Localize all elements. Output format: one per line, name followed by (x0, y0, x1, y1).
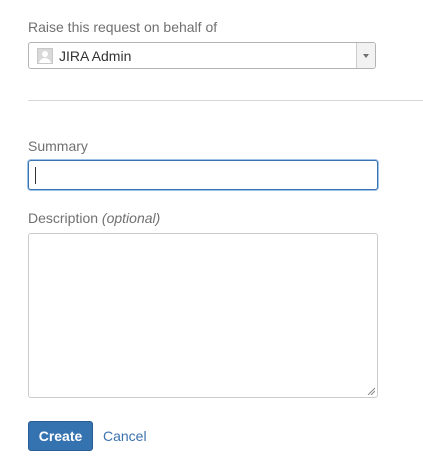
user-avatar-icon (37, 48, 53, 64)
text-caret (35, 167, 36, 184)
chevron-down-icon[interactable] (356, 43, 375, 68)
resize-grip-icon[interactable] (367, 387, 375, 395)
divider (28, 100, 423, 101)
optional-hint: (optional) (101, 210, 161, 226)
on-behalf-label: Raise this request on behalf of (28, 19, 218, 35)
description-label: Description (optional) (28, 210, 160, 227)
selected-user: JIRA Admin (59, 48, 132, 64)
description-label-text: Description (28, 210, 99, 226)
request-form: Raise this request on behalf of JIRA Adm… (0, 0, 423, 475)
summary-input[interactable] (28, 160, 378, 190)
summary-label: Summary (28, 138, 88, 154)
on-behalf-select[interactable]: JIRA Admin (28, 42, 376, 69)
description-textarea[interactable] (28, 233, 378, 398)
create-button[interactable]: Create (28, 421, 93, 451)
cancel-link[interactable]: Cancel (103, 428, 147, 444)
